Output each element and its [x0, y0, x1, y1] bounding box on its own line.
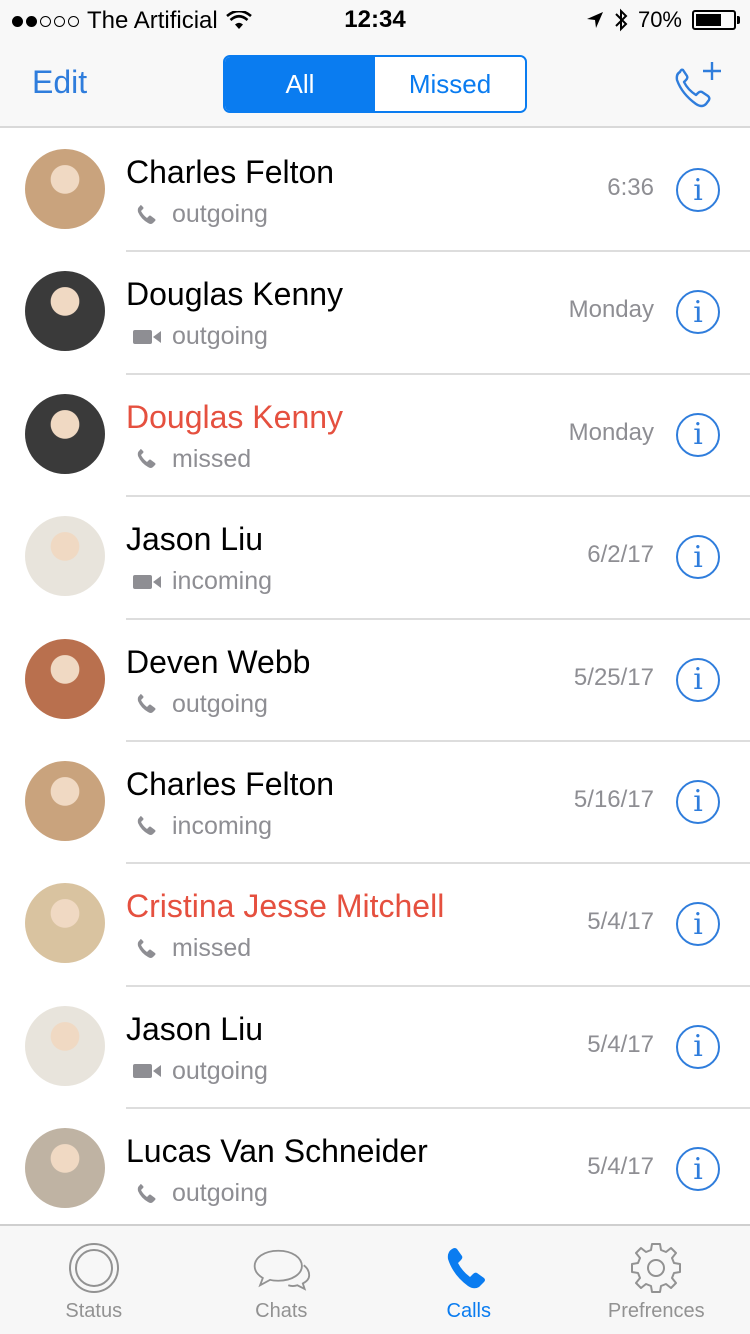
- avatar: [25, 516, 105, 597]
- contact-name: Charles Felton: [126, 765, 335, 802]
- info-button[interactable]: i: [676, 779, 720, 824]
- contact-name: Deven Webb: [126, 643, 311, 680]
- contact-name: Jason Liu: [126, 521, 263, 558]
- gear-icon: [626, 1240, 686, 1296]
- phone-icon: [132, 814, 162, 838]
- call-detail: outgoing: [132, 1179, 268, 1208]
- call-time: 5/4/17: [587, 1030, 654, 1058]
- location-arrow-icon: [586, 12, 603, 28]
- new-call-button[interactable]: [670, 58, 726, 112]
- call-row[interactable]: Charles Felton outgoing 6:36 i: [25, 130, 750, 253]
- call-time: 5/25/17: [573, 663, 654, 691]
- call-detail: missed: [132, 445, 251, 474]
- call-time: 6:36: [607, 174, 654, 201]
- info-button[interactable]: i: [676, 657, 720, 702]
- phone-icon: [132, 937, 162, 961]
- call-type: outgoing: [172, 322, 268, 351]
- video-camera-icon: [132, 1059, 162, 1083]
- bluetooth-icon: [615, 8, 628, 32]
- tab-chats[interactable]: Chats: [188, 1226, 376, 1334]
- phone-icon: [132, 1182, 162, 1206]
- call-type: outgoing: [172, 200, 268, 228]
- call-row[interactable]: Lucas Van Schneider outgoing 5/4/17 i: [25, 1109, 750, 1224]
- call-time: 5/4/17: [587, 908, 654, 936]
- tab-preferences[interactable]: Prefrences: [563, 1226, 750, 1334]
- call-detail: missed: [132, 934, 251, 963]
- info-button[interactable]: i: [676, 1024, 720, 1069]
- call-row[interactable]: Charles Felton incoming 5/16/17 i: [25, 742, 750, 865]
- video-camera-icon: [132, 570, 162, 594]
- battery-fill: [696, 14, 722, 26]
- call-type: incoming: [172, 567, 273, 596]
- contact-name: Lucas Van Schneider: [126, 1133, 428, 1170]
- call-row[interactable]: Jason Liu incoming 6/2/17 i: [25, 497, 750, 620]
- segment-missed[interactable]: Missed: [375, 57, 525, 111]
- call-detail: outgoing: [132, 322, 268, 351]
- edit-button[interactable]: Edit: [32, 64, 87, 101]
- info-button[interactable]: i: [676, 902, 720, 947]
- call-detail: incoming: [132, 812, 272, 841]
- contact-name: Douglas Kenny: [126, 398, 344, 435]
- avatar: [25, 883, 105, 964]
- tab-calls-label: Calls: [446, 1300, 491, 1322]
- status-right: 70%: [586, 6, 740, 34]
- call-detail: incoming: [132, 567, 272, 596]
- call-type: incoming: [172, 811, 273, 840]
- call-time: 5/4/17: [587, 1153, 654, 1181]
- tab-preferences-label: Prefrences: [607, 1300, 705, 1322]
- call-time: 5/16/17: [573, 785, 654, 813]
- segment-all[interactable]: All: [225, 57, 375, 111]
- contact-name: Cristina Jesse Mitchell: [126, 888, 445, 925]
- info-button[interactable]: i: [676, 412, 720, 457]
- tab-status[interactable]: Status: [0, 1226, 188, 1334]
- call-type: outgoing: [172, 1056, 268, 1085]
- phone-icon: [132, 447, 162, 471]
- avatar: [25, 149, 105, 229]
- call-filter-segmented-control: All Missed: [223, 55, 527, 113]
- battery-icon: [692, 10, 740, 30]
- info-button[interactable]: i: [676, 535, 720, 580]
- call-type: missed: [172, 934, 252, 963]
- call-row[interactable]: Deven Webb outgoing 5/25/17 i: [25, 620, 750, 742]
- call-row[interactable]: Cristina Jesse Mitchell missed 5/4/17 i: [25, 864, 750, 987]
- avatar: [25, 760, 105, 841]
- contact-name: Douglas Kenny: [126, 276, 344, 313]
- phone-icon: [132, 692, 162, 716]
- contact-name: Jason Liu: [126, 1010, 263, 1047]
- contact-name: Charles Felton: [126, 154, 335, 190]
- video-camera-icon: [132, 325, 162, 349]
- status-bar: The Artificial 12:34 70%: [0, 0, 750, 40]
- tab-calls[interactable]: Calls: [375, 1226, 563, 1334]
- navigation-bar: Edit All Missed: [0, 40, 750, 128]
- call-row[interactable]: Jason Liu outgoing 5/4/17 i: [25, 987, 750, 1110]
- call-type: outgoing: [172, 1179, 268, 1208]
- avatar: [25, 271, 105, 352]
- avatar: [25, 1005, 105, 1086]
- call-detail: outgoing: [132, 690, 268, 719]
- tab-bar: Status Chats Calls Prefrences: [0, 1224, 750, 1334]
- call-type: missed: [172, 444, 252, 473]
- avatar: [25, 393, 105, 474]
- call-time: Monday: [568, 418, 654, 446]
- call-row[interactable]: Douglas Kenny missed Monday i: [25, 375, 750, 498]
- call-history-list: Charles Felton outgoing 6:36 i Douglas Kenny…: [0, 130, 750, 1224]
- info-button[interactable]: i: [676, 1147, 720, 1192]
- status-icon: [64, 1240, 124, 1296]
- chats-icon: [251, 1240, 311, 1296]
- call-time: Monday: [568, 296, 654, 324]
- battery-percentage: 70%: [637, 7, 682, 32]
- call-type: outgoing: [172, 689, 268, 718]
- avatar: [25, 638, 105, 719]
- call-detail: outgoing: [132, 200, 268, 229]
- info-button[interactable]: i: [676, 290, 720, 335]
- phone-icon: [132, 203, 162, 227]
- tab-status-label: Status: [65, 1300, 123, 1322]
- phone-icon: [439, 1240, 499, 1296]
- call-row[interactable]: Douglas Kenny outgoing Monday i: [25, 252, 750, 375]
- tab-chats-label: Chats: [255, 1300, 308, 1322]
- info-button[interactable]: i: [676, 168, 720, 212]
- avatar: [25, 1128, 105, 1209]
- call-detail: outgoing: [132, 1057, 268, 1086]
- call-time: 6/2/17: [587, 541, 654, 569]
